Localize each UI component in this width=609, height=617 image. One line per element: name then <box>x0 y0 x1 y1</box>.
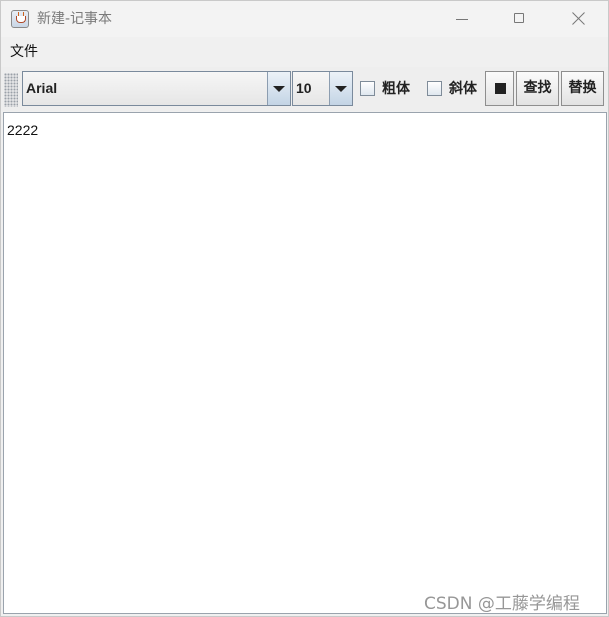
maximize-button[interactable] <box>491 1 549 37</box>
italic-checkbox-box[interactable] <box>427 81 442 96</box>
title-bar[interactable]: 新建-记事本 <box>1 1 608 37</box>
size-dropdown-arrow-icon[interactable] <box>329 72 352 105</box>
bold-checkbox-box[interactable] <box>360 81 375 96</box>
font-size-value: 10 <box>296 80 312 96</box>
minimize-icon <box>456 19 468 20</box>
font-dropdown-arrow-icon[interactable] <box>267 72 290 105</box>
format-toolbar: Arial 10 粗体 斜体 查找 替换 <box>1 67 608 111</box>
bold-label: 粗体 <box>382 81 410 97</box>
color-square-icon <box>495 83 506 94</box>
menu-bar: 文件 <box>1 37 608 66</box>
toolbar-grip-handle[interactable] <box>4 73 18 107</box>
font-family-select[interactable]: Arial <box>22 71 291 106</box>
font-family-value: Arial <box>26 80 58 96</box>
find-button[interactable]: 查找 <box>516 71 559 106</box>
editor-content: 2222 <box>7 122 39 138</box>
font-size-select[interactable]: 10 <box>292 71 353 106</box>
window-title: 新建-记事本 <box>37 11 113 27</box>
italic-label: 斜体 <box>449 81 477 97</box>
menu-file[interactable]: 文件 <box>10 43 38 61</box>
close-icon <box>572 12 585 25</box>
text-editor-area[interactable]: 2222 <box>3 112 607 614</box>
color-button[interactable] <box>485 71 514 106</box>
notepad-window: 新建-记事本 文件 Arial 10 粗体 斜体 查找 替换 2222 CSDN… <box>0 0 609 617</box>
java-app-icon <box>11 10 29 28</box>
replace-button[interactable]: 替换 <box>561 71 604 106</box>
minimize-button[interactable] <box>433 1 491 37</box>
watermark-text: CSDN @工藤学编程 <box>424 594 580 614</box>
close-button[interactable] <box>549 1 607 37</box>
maximize-icon <box>514 13 524 23</box>
